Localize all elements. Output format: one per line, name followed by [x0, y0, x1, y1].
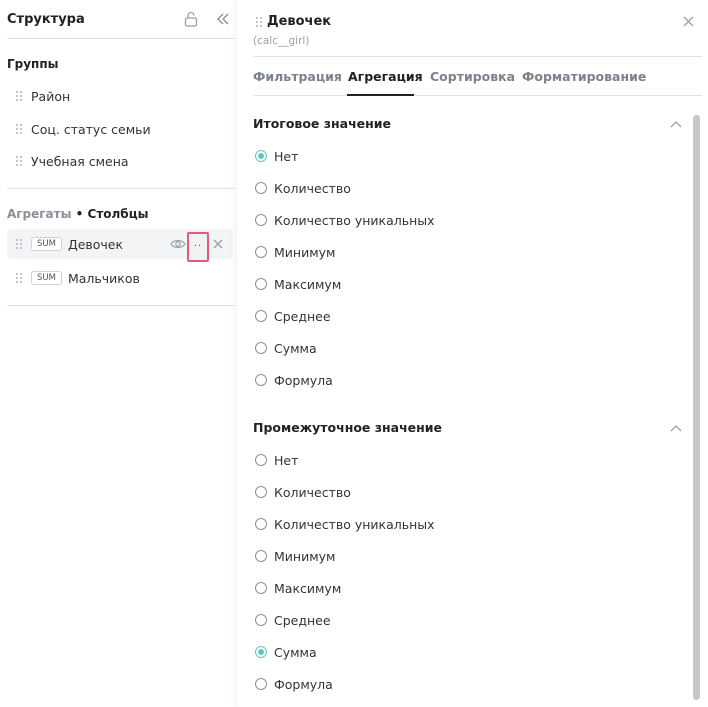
aggregate-detail-panel: Девочек (calc__girl) Фильтрация Агрегаци…	[237, 0, 708, 707]
radio-button[interactable]	[255, 582, 267, 594]
drag-handle-icon[interactable]	[15, 90, 23, 102]
total-value-title: Итоговое значение	[253, 116, 392, 131]
aggregates-title: Агрегаты • Столбцы	[7, 207, 148, 221]
divider	[7, 188, 235, 189]
total-option-radio[interactable]: Нет	[255, 147, 298, 165]
radio-label: Формула	[274, 372, 333, 388]
drag-handle-icon[interactable]	[15, 123, 23, 135]
intermediate-option-radio[interactable]: Максимум	[255, 579, 341, 597]
intermediate-option-radio[interactable]: Минимум	[255, 547, 335, 565]
columns-label: Столбцы	[87, 207, 149, 221]
divider	[7, 305, 235, 306]
intermediate-option-radio[interactable]: Нет	[255, 451, 298, 469]
detail-subtitle: (calc__girl)	[253, 35, 310, 47]
intermediate-option-radio[interactable]: Среднее	[255, 611, 331, 629]
aggregate-item-boys[interactable]: SUM Мальчиков	[7, 263, 233, 293]
radio-label: Нет	[274, 148, 299, 164]
radio-button[interactable]	[255, 310, 267, 322]
eye-icon[interactable]	[170, 237, 186, 251]
close-icon[interactable]	[683, 16, 694, 27]
chevron-up-icon[interactable]	[670, 120, 682, 128]
drag-handle-icon[interactable]	[255, 16, 263, 28]
total-option-radio[interactable]: Сумма	[255, 339, 317, 357]
drag-handle-icon[interactable]	[15, 155, 23, 167]
radio-label: Количество уникальных	[274, 212, 435, 228]
total-option-radio[interactable]: Среднее	[255, 307, 331, 325]
drag-handle-icon[interactable]	[15, 272, 23, 284]
total-option-radio[interactable]: Количество уникальных	[255, 211, 435, 229]
structure-header: Структура	[7, 0, 235, 39]
tab-formatting[interactable]: Форматирование	[522, 69, 646, 84]
radio-label: Количество	[274, 180, 351, 196]
aggregate-label: Мальчиков	[67, 270, 140, 286]
radio-button[interactable]	[255, 486, 267, 498]
radio-button[interactable]	[255, 150, 267, 162]
radio-label: Максимум	[274, 276, 342, 292]
radio-button[interactable]	[255, 518, 267, 530]
total-option-radio[interactable]: Максимум	[255, 275, 341, 293]
radio-button[interactable]	[255, 614, 267, 626]
radio-label: Среднее	[274, 612, 331, 628]
remove-icon[interactable]	[212, 238, 224, 250]
more-dots-icon: ··	[193, 241, 203, 252]
structure-panel: Структура Группы Район Соц. статус семьи…	[0, 0, 237, 707]
radio-label: Максимум	[274, 580, 342, 596]
radio-button[interactable]	[255, 246, 267, 258]
total-option-radio[interactable]: Минимум	[255, 243, 335, 261]
chevron-up-icon[interactable]	[670, 424, 682, 432]
group-item[interactable]: Соц. статус семьи	[7, 117, 235, 141]
drag-handle-icon[interactable]	[15, 238, 23, 250]
radio-label: Минимум	[274, 244, 336, 260]
group-label: Район	[31, 88, 71, 104]
tab-filtering[interactable]: Фильтрация	[253, 69, 342, 84]
intermediate-option-radio[interactable]: Сумма	[255, 643, 317, 661]
radio-label: Нет	[274, 452, 299, 468]
total-option-radio[interactable]: Количество	[255, 179, 351, 197]
radio-button[interactable]	[255, 374, 267, 386]
structure-title: Структура	[7, 12, 85, 27]
intermediate-option-radio[interactable]: Формула	[255, 675, 333, 693]
group-item[interactable]: Учебная смена	[7, 149, 235, 173]
aggregate-label: Девочек	[67, 236, 124, 252]
aggregates-separator: •	[75, 207, 84, 221]
radio-label: Формула	[274, 676, 333, 692]
collapse-panel-icon[interactable]	[215, 11, 231, 27]
aggregates-label: Агрегаты	[7, 207, 72, 221]
radio-label: Количество	[274, 484, 351, 500]
radio-label: Сумма	[274, 340, 317, 356]
radio-button[interactable]	[255, 646, 267, 658]
radio-label: Количество уникальных	[274, 516, 435, 532]
radio-button[interactable]	[255, 182, 267, 194]
aggregate-item-girls[interactable]: SUM Девочек ··	[7, 229, 233, 262]
radio-button[interactable]	[255, 342, 267, 354]
groups-title: Группы	[7, 57, 59, 71]
intermediate-value-title: Промежуточное значение	[253, 420, 443, 435]
radio-button[interactable]	[255, 678, 267, 690]
intermediate-option-radio[interactable]: Количество	[255, 483, 351, 501]
radio-button[interactable]	[255, 214, 267, 226]
group-label: Учебная смена	[31, 153, 129, 169]
more-options-button[interactable]: ··	[187, 232, 209, 262]
detail-title: Девочек	[267, 14, 332, 29]
detail-tabs: Фильтрация Агрегация Сортировка Форматир…	[253, 56, 702, 96]
scrollbar[interactable]	[693, 115, 700, 700]
group-item[interactable]: Район	[7, 84, 235, 108]
unlock-icon[interactable]	[184, 11, 198, 27]
aggregate-function-badge: SUM	[31, 237, 62, 251]
radio-label: Минимум	[274, 548, 336, 564]
radio-label: Среднее	[274, 308, 331, 324]
radio-button[interactable]	[255, 278, 267, 290]
tab-aggregation[interactable]: Агрегация	[348, 69, 423, 84]
radio-button[interactable]	[255, 454, 267, 466]
total-option-radio[interactable]: Формула	[255, 371, 333, 389]
radio-button[interactable]	[255, 550, 267, 562]
group-label: Соц. статус семьи	[31, 121, 151, 137]
aggregate-function-badge: SUM	[31, 271, 62, 285]
tab-sorting[interactable]: Сортировка	[430, 69, 515, 84]
detail-title-row: Девочек	[255, 14, 331, 29]
radio-label: Сумма	[274, 644, 317, 660]
active-tab-indicator	[347, 94, 414, 96]
intermediate-option-radio[interactable]: Количество уникальных	[255, 515, 435, 533]
